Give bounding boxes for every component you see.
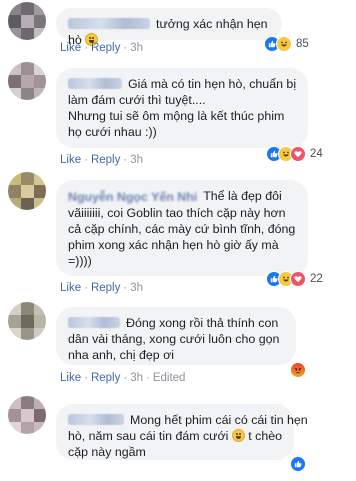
blurred-author-name[interactable] [68,78,122,89]
timestamp[interactable]: 3h [130,372,143,384]
comment-text-line: cặp này ngầm [68,445,146,459]
comment-text-line: dân vài tháng, xong cưới luôn cho gọn [68,332,280,346]
comment-text-line: Giá mà có tin hẹn hò, chuẩn bị [128,77,297,91]
comment-text-line: phim xong xác nhận hẹn hò giờ ấy mà [68,238,279,252]
comment-1: tưởng xác nhận hẹn hò Like · Reply · 3h 85 [0,0,356,62]
reaction-count: 22 [310,273,323,285]
avatar[interactable] [8,2,46,40]
comment-2: Giá mà có tin hẹn hò, chuẩn bị làm đám c… [0,62,356,172]
blurred-author-name[interactable] [68,18,150,29]
reaction-count: 24 [310,148,323,160]
edited-label[interactable]: Edited [153,372,186,384]
reactions-summary[interactable]: 85 [264,36,309,52]
avatar[interactable] [8,302,46,340]
blurred-author-name[interactable] [68,317,120,328]
blurred-author-name[interactable]: Nguyễn Ngọc Yến Nhi [68,189,197,205]
avatar[interactable] [8,172,46,210]
reactions-summary[interactable]: 24 [266,146,323,162]
like-icon [290,456,306,472]
love-icon [290,271,306,287]
comment-3: Nguyễn Ngọc Yến Nhi Thể là đẹp đôi vãiiii… [0,172,356,302]
comment-actions: Like · Reply · 3h [60,154,143,166]
comment-4: Đóng xong rồi thả thính con dân vài thán… [0,302,356,394]
like-link[interactable]: Like [60,42,81,54]
comment-text-line: Nhưng tui sẽ ôm mộng là kết thúc phim [68,109,285,123]
comment-text-line: hò, năm sau cái tin đám cưới [68,429,229,443]
comment-text-line: họ cưới nhau :)) [68,125,157,139]
reply-link[interactable]: Reply [91,42,120,54]
comment-bubble: Đóng xong rồi thả thính con dân vài thán… [56,307,296,365]
comment-bubble: Nguyễn Ngọc Yến Nhi Thể là đẹp đôi vãiiii… [56,180,308,276]
timestamp[interactable]: 3h [130,282,143,294]
comment-bubble: Giá mà có tin hẹn hò, chuẩn bị làm đám c… [56,68,308,148]
like-link[interactable]: Like [60,154,81,166]
comment-text-line: vãiiiiiii, coi Goblin tao thích cặp này … [68,206,286,220]
avatar[interactable] [8,62,46,100]
reactions-summary[interactable]: 22 [266,271,323,287]
comment-actions: Like · Reply · 3h [60,282,143,294]
comment-text-line: Đóng xong rồi thả thính con [126,316,279,330]
avatar[interactable] [8,396,46,434]
reaction-count: 85 [296,38,309,50]
comment-actions: Like · Reply · 3h · Edited [60,372,186,384]
reply-link[interactable]: Reply [91,372,120,384]
laughing-emoji-icon [231,429,245,442]
comment-bubble: tưởng xác nhận hẹn hò [56,8,282,47]
comment-5: Mong hết phim cái có cái tin hẹn hò, năm… [0,394,356,481]
timestamp[interactable]: 3h [130,154,143,166]
blurred-author-name[interactable] [68,414,124,425]
reply-link[interactable]: Reply [91,154,120,166]
like-link[interactable]: Like [60,372,81,384]
comment-bubble: Mong hết phim cái có cái tin hẹn hò, năm… [56,404,308,460]
like-link[interactable]: Like [60,282,81,294]
comment-text-line: làm đám cưới thì tuyệt.... [68,93,206,107]
comment-text-line: cả cặp chính, các mày cứ bình tĩnh, đóng [68,222,296,236]
comment-actions: Like · Reply · 3h [60,42,143,54]
haha-icon [276,36,292,52]
comment-text-line: Mong hết phim cái có cái tin hẹn [130,413,308,427]
timestamp[interactable]: 3h [130,42,143,54]
comment-text-line: nha anh, chị đẹp ơi [68,348,174,362]
comment-text-line: Thể là đẹp đôi [203,189,282,203]
reactions-summary[interactable] [290,362,306,378]
angry-icon [290,362,306,378]
comment-text-line: =)))) [68,254,92,268]
comment-text-line: t chèo [248,429,283,443]
reactions-summary[interactable] [290,456,306,472]
love-icon [290,146,306,162]
reply-link[interactable]: Reply [91,282,120,294]
